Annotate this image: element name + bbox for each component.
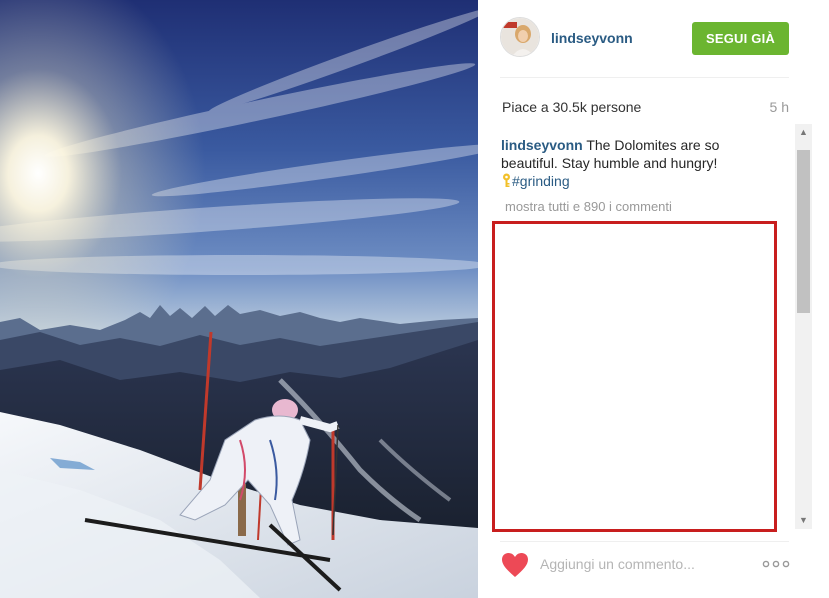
username-link[interactable]: lindseyvonn [551, 30, 633, 46]
comments-scrollbar[interactable]: ▲ ▼ [795, 124, 812, 529]
post-details-panel: lindseyvonn SEGUI GIÀ Piace a 30.5k pers… [478, 0, 829, 598]
ski-photo-image [0, 0, 478, 598]
hashtag-link[interactable]: #grinding [512, 173, 570, 189]
heart-icon[interactable] [501, 552, 529, 578]
follow-button[interactable]: SEGUI GIÀ [692, 22, 789, 55]
post-timestamp: 5 h [769, 99, 789, 115]
comments-list-highlight [492, 221, 777, 532]
scroll-up-arrow-icon[interactable]: ▲ [795, 124, 812, 141]
more-options-icon[interactable] [760, 556, 792, 572]
post-caption: lindseyvonn The Dolomites are so beautif… [501, 136, 761, 190]
scroll-down-arrow-icon[interactable]: ▼ [795, 512, 812, 529]
post-photo[interactable] [0, 0, 478, 598]
caption-username-link[interactable]: lindseyvonn [501, 137, 583, 153]
post-header: lindseyvonn SEGUI GIÀ [478, 0, 829, 78]
footer-divider [500, 541, 789, 542]
key-emoji-icon [503, 173, 510, 187]
avatar-image [501, 18, 539, 56]
scrollbar-thumb[interactable] [797, 150, 810, 313]
likes-count[interactable]: Piace a 30.5k persone [502, 99, 641, 115]
avatar[interactable] [500, 17, 540, 57]
add-comment-input[interactable] [540, 554, 740, 574]
header-divider [500, 77, 789, 78]
show-all-comments-link[interactable]: mostra tutti e 890 i commenti [505, 199, 672, 214]
